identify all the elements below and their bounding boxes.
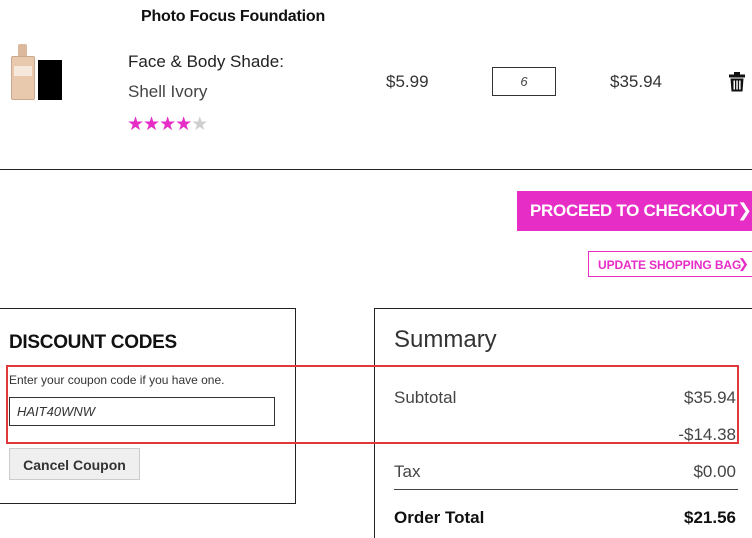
order-total-value: $21.56 — [684, 508, 736, 527]
product-name[interactable]: Photo Focus Foundation — [141, 8, 325, 26]
unit-price: $5.99 — [386, 72, 429, 91]
star-icon: ★ — [143, 114, 160, 135]
bottle-label — [14, 66, 32, 76]
update-label: UPDATE SHOPPING BAG — [598, 258, 742, 272]
rating-stars: ★★★★★ — [127, 114, 208, 135]
update-shopping-bag-button[interactable]: UPDATE SHOPPING BAG ❯ — [588, 251, 752, 277]
chevron-right-icon: ❯ — [738, 256, 749, 271]
tax-value: $0.00 — [693, 462, 736, 481]
order-total-label: Order Total — [394, 508, 485, 527]
star-icon: ★ — [127, 114, 144, 135]
product-box — [38, 60, 62, 100]
summary-title: Summary — [394, 326, 497, 353]
bottle-body — [11, 56, 35, 100]
variant-value: Shell Ivory — [128, 82, 208, 101]
summary-divider — [394, 489, 738, 490]
product-thumbnail[interactable] — [8, 42, 66, 104]
variant-label: Face & Body Shade: — [128, 52, 284, 71]
trash-icon[interactable] — [728, 72, 746, 92]
star-icon: ★ — [159, 114, 176, 135]
cancel-coupon-button[interactable]: Cancel Coupon — [9, 448, 140, 480]
discount-title: DISCOUNT CODES — [9, 332, 177, 353]
tax-label: Tax — [394, 462, 421, 481]
star-empty-icon: ★ — [191, 114, 208, 135]
star-icon: ★ — [175, 114, 192, 135]
quantity-input[interactable]: 6 — [492, 67, 556, 96]
highlight-box — [6, 365, 739, 444]
proceed-to-checkout-button[interactable]: PROCEED TO CHECKOUT ❯ — [517, 191, 752, 231]
divider — [0, 169, 752, 170]
checkout-label: PROCEED TO CHECKOUT — [530, 201, 738, 220]
chevron-right-icon: ❯ — [737, 200, 752, 220]
line-total: $35.94 — [610, 72, 662, 91]
